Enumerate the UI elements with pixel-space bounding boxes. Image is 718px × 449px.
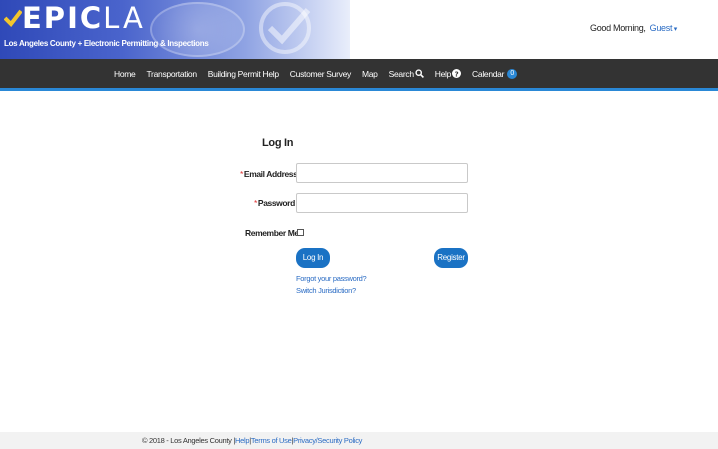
user-menu[interactable]: Guest (650, 23, 673, 33)
login-button[interactable]: Log In (296, 248, 330, 268)
logo-tagline: Los Angeles County + Electronic Permitti… (4, 39, 209, 48)
nav-help[interactable]: Help ? (434, 68, 462, 79)
remember-me-label: Remember Me (245, 228, 299, 238)
nav-transportation[interactable]: Transportation (146, 69, 197, 79)
logo-check-icon (4, 9, 22, 27)
nav-calendar-label: Calendar (472, 68, 505, 79)
logo-accent: LA (103, 1, 146, 35)
register-button[interactable]: Register (434, 248, 468, 268)
nav-home[interactable]: Home (114, 69, 136, 79)
password-field[interactable] (296, 193, 468, 213)
nav-customer-survey[interactable]: Customer Survey (290, 69, 351, 79)
password-label: *Password (254, 198, 295, 208)
search-icon (415, 69, 424, 78)
county-seal-image (150, 2, 245, 57)
logo-text: EPICLA (22, 3, 146, 33)
main-nav: Home Transportation Building Permit Help… (0, 59, 718, 91)
footer-terms-link[interactable]: Terms of Use (251, 436, 292, 445)
footer-help-link[interactable]: Help (235, 436, 250, 445)
forgot-password-link[interactable]: Forgot your password? (296, 274, 367, 283)
copyright-text: © 2018 - Los Angeles County (142, 436, 232, 445)
epicla-banner[interactable]: EPICLA Los Angeles County + Electronic P… (0, 0, 350, 59)
caret-down-icon[interactable]: ▾ (672, 26, 678, 33)
calendar-count-badge: 0 (507, 68, 518, 79)
greeting-text: Good Morning, (590, 23, 646, 33)
page-title: Log In (262, 137, 294, 149)
footer-privacy-link[interactable]: Privacy/Security Policy (293, 436, 362, 445)
password-label-text: Password (257, 198, 295, 208)
site-footer: © 2018 - Los Angeles County |Help|Terms … (0, 432, 718, 449)
nav-search-label: Search (388, 68, 414, 79)
remember-me-checkbox[interactable] (297, 229, 304, 236)
switch-jurisdiction-link[interactable]: Switch Jurisdiction? (296, 286, 356, 295)
checkmark-watermark-icon (259, 2, 311, 54)
nav-help-label: Help (434, 68, 452, 79)
required-marker: * (254, 198, 257, 208)
help-icon: ? (452, 69, 462, 78)
nav-building-permit-help[interactable]: Building Permit Help (208, 69, 279, 79)
footer-text: © 2018 - Los Angeles County |Help|Terms … (142, 436, 362, 445)
site-header: EPICLA Los Angeles County + Electronic P… (0, 0, 718, 59)
email-field[interactable] (296, 163, 468, 183)
email-label: *Email Address (240, 169, 298, 179)
user-greeting: Good Morning, Guest ▾ (590, 23, 677, 33)
required-marker: * (240, 169, 243, 179)
nav-calendar[interactable]: Calendar 0 (472, 68, 518, 79)
email-label-text: Email Address (243, 169, 298, 179)
svg-text:?: ? (455, 70, 459, 78)
nav-map[interactable]: Map (362, 69, 378, 79)
logo-main: EPIC (22, 1, 104, 35)
nav-search[interactable]: Search (389, 69, 424, 79)
